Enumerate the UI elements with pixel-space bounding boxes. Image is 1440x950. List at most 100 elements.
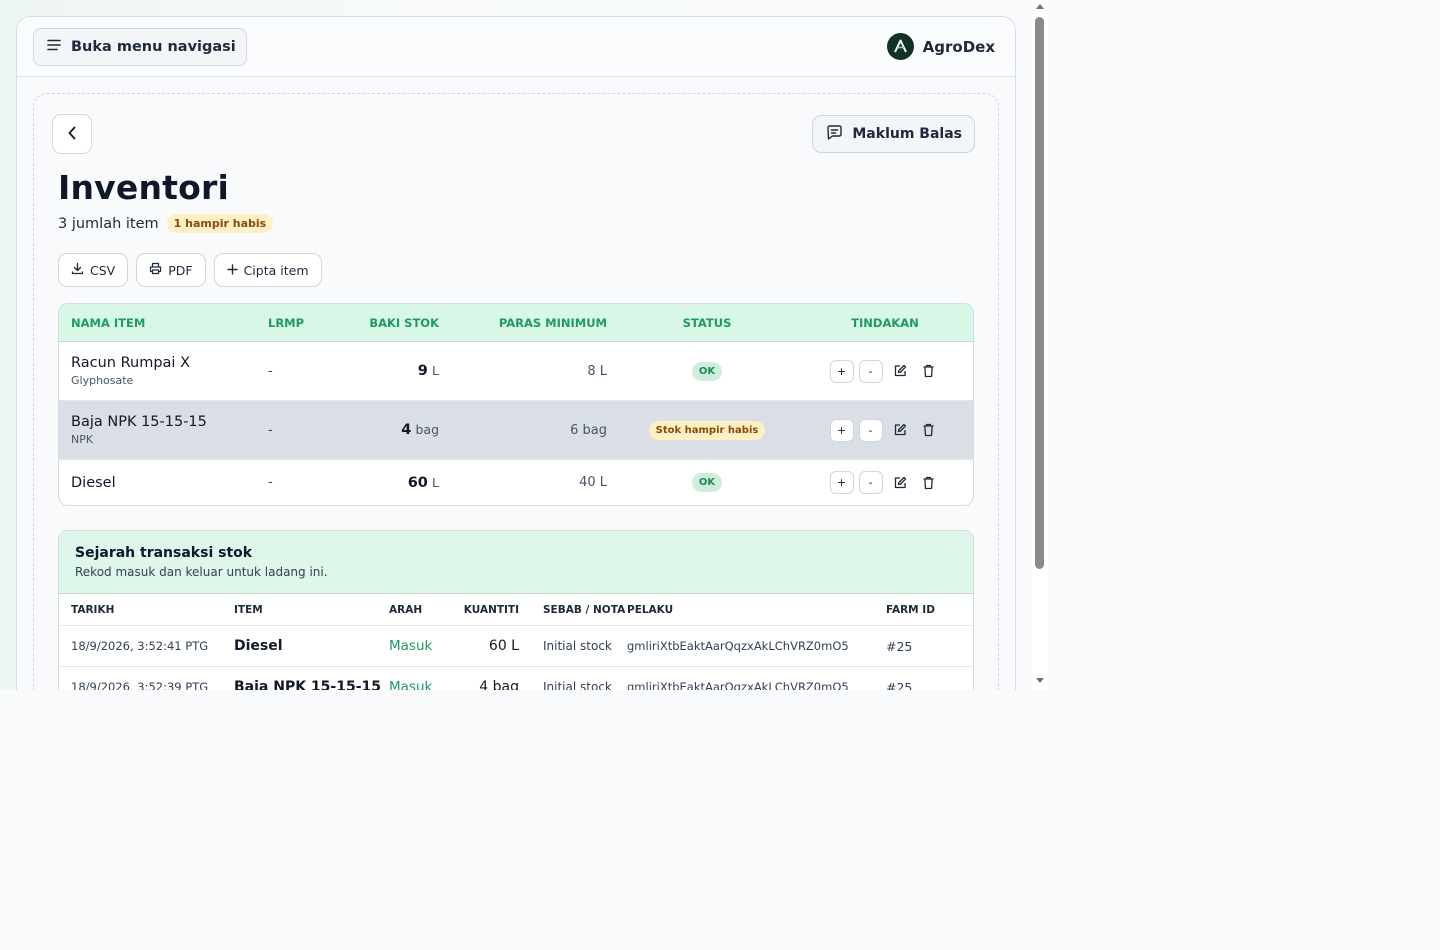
item-cell: Baja NPK 15-15-15 NPK bbox=[59, 414, 256, 446]
top-bar: Buka menu navigasi AgroDex bbox=[17, 17, 1015, 77]
history-item: Diesel bbox=[234, 638, 283, 654]
history-quantity: 60 L bbox=[488, 638, 519, 654]
min-level: 6 bag bbox=[570, 422, 607, 438]
col-stock-balance[interactable]: BAKI STOK bbox=[336, 316, 439, 330]
history-farm-id: #25 bbox=[886, 638, 913, 654]
col-actions: TINDAKAN bbox=[851, 315, 919, 330]
plus-icon bbox=[226, 263, 238, 278]
col-lrmp[interactable]: LRMP bbox=[256, 316, 336, 330]
status-cell: OK bbox=[607, 473, 807, 492]
brand[interactable]: AgroDex bbox=[886, 33, 995, 60]
history-item: Baja NPK 15-15-15 bbox=[234, 679, 382, 690]
history-date: 18/9/2026, 3:52:41 PTG bbox=[71, 639, 209, 653]
app-frame: Buka menu navigasi AgroDex Maklum Balas bbox=[16, 16, 1016, 690]
item-cell: Racun Rumpai X Glyphosate bbox=[59, 355, 256, 387]
printer-icon bbox=[149, 262, 162, 278]
col-quantity: KUANTITI bbox=[463, 603, 519, 616]
message-icon bbox=[826, 124, 843, 145]
col-item-name[interactable]: NAMA ITEM bbox=[59, 316, 256, 330]
brand-name: AgroDex bbox=[922, 37, 995, 56]
item-name: Diesel bbox=[71, 474, 116, 491]
feedback-button[interactable]: Maklum Balas bbox=[812, 115, 975, 153]
page-scrollbar[interactable] bbox=[1032, 0, 1048, 690]
item-name: Racun Rumpai X bbox=[71, 355, 191, 371]
decrease-stock-button[interactable]: - bbox=[858, 418, 883, 442]
stock-history-title: Sejarah transaksi stok bbox=[75, 545, 253, 561]
export-csv-button[interactable]: CSV bbox=[58, 253, 129, 287]
feedback-label: Maklum Balas bbox=[852, 126, 962, 142]
edit-icon[interactable] bbox=[888, 471, 912, 495]
status-cell: Stok hampir habis bbox=[607, 420, 807, 440]
stock-balance: 60 L bbox=[336, 475, 439, 491]
stock-unit: L bbox=[432, 474, 439, 490]
stock-qty: 9 bbox=[417, 363, 428, 379]
item-subtitle: NPK bbox=[71, 433, 94, 446]
trash-icon[interactable] bbox=[917, 471, 941, 495]
col-direction: ARAH bbox=[389, 603, 423, 616]
download-icon bbox=[71, 262, 84, 278]
history-farm-id: #25 bbox=[886, 679, 913, 691]
export-pdf-label: PDF bbox=[168, 262, 193, 278]
edit-icon[interactable] bbox=[888, 418, 912, 442]
history-actor: gmliriXtbEaktAarQqzxAkLChVRZ0mO5 bbox=[627, 680, 849, 690]
low-stock-badge: 1 hampir habis bbox=[166, 214, 274, 233]
export-pdf-button[interactable]: PDF bbox=[136, 253, 206, 287]
status-badge: OK bbox=[691, 473, 723, 492]
item-name: Baja NPK 15-15-15 bbox=[71, 414, 207, 430]
status-badge: OK bbox=[691, 361, 723, 381]
inventory-page: Maklum Balas Inventori 3 jumlah item 1 h… bbox=[33, 93, 999, 690]
increase-stock-button[interactable]: + bbox=[829, 471, 854, 494]
status-badge: Stok hampir habis bbox=[648, 420, 766, 440]
status-cell: OK bbox=[607, 361, 807, 381]
lrmp-value: - bbox=[268, 422, 273, 438]
trash-icon[interactable] bbox=[917, 359, 941, 383]
stock-history-subtitle: Rekod masuk dan keluar untuk ladang ini. bbox=[75, 565, 328, 579]
inventory-table: NAMA ITEM LRMP BAKI STOK PARAS MINIMUM S… bbox=[58, 303, 974, 506]
history-row: 18/9/2026, 3:52:39 PTG Baja NPK 15-15-15… bbox=[59, 667, 973, 690]
stock-balance: 9 L bbox=[336, 363, 439, 379]
edit-icon[interactable] bbox=[888, 359, 912, 383]
history-direction: Masuk bbox=[389, 679, 433, 690]
actions-cell: + - bbox=[807, 471, 963, 495]
actions-cell: + - bbox=[807, 359, 963, 383]
stock-unit: bag bbox=[415, 422, 439, 437]
inventory-table-header: NAMA ITEM LRMP BAKI STOK PARAS MINIMUM S… bbox=[59, 304, 973, 342]
export-csv-label: CSV bbox=[90, 262, 116, 278]
col-min-level[interactable]: PARAS MINIMUM bbox=[439, 316, 607, 330]
col-date: TARIKH bbox=[71, 603, 115, 616]
stock-qty: 4 bbox=[401, 422, 412, 438]
item-subtitle: Glyphosate bbox=[71, 374, 134, 387]
scroll-up-arrow-icon[interactable] bbox=[1036, 4, 1044, 9]
browser-viewport: Buka menu navigasi AgroDex Maklum Balas bbox=[0, 0, 1048, 690]
table-row: Baja NPK 15-15-15 NPK - 4 bag 6 bag Stok… bbox=[59, 401, 973, 460]
stock-qty: 60 bbox=[407, 474, 428, 491]
col-farm-id: FARM ID bbox=[886, 603, 935, 616]
scrollbar-thumb[interactable] bbox=[1035, 17, 1044, 569]
decrease-stock-button[interactable]: - bbox=[858, 471, 883, 494]
history-date: 18/9/2026, 3:52:39 PTG bbox=[71, 680, 209, 690]
history-row: 18/9/2026, 3:52:41 PTG Diesel Masuk 60 L… bbox=[59, 626, 973, 667]
item-count: 3 jumlah item bbox=[58, 215, 159, 232]
increase-stock-button[interactable]: + bbox=[829, 359, 854, 383]
item-cell: Diesel bbox=[59, 475, 256, 491]
actions-cell: + - bbox=[807, 418, 963, 442]
menu-icon bbox=[47, 39, 61, 55]
history-quantity: 4 bag bbox=[479, 679, 519, 690]
back-button[interactable] bbox=[52, 114, 92, 154]
history-actor: gmliriXtbEaktAarQqzxAkLChVRZ0mO5 bbox=[627, 639, 849, 653]
decrease-stock-button[interactable]: - bbox=[858, 359, 883, 383]
open-navigation-button[interactable]: Buka menu navigasi bbox=[33, 27, 247, 66]
create-item-button[interactable]: Cipta item bbox=[213, 253, 322, 287]
scroll-down-arrow-icon[interactable] bbox=[1036, 678, 1044, 683]
brand-logo-icon bbox=[886, 33, 914, 60]
trash-icon[interactable] bbox=[917, 418, 941, 442]
create-item-label: Cipta item bbox=[243, 262, 309, 278]
export-actions: CSV PDF Cipta item bbox=[58, 253, 322, 287]
history-direction: Masuk bbox=[389, 638, 433, 654]
col-item: ITEM bbox=[234, 603, 263, 616]
min-level: 40 L bbox=[579, 475, 607, 490]
history-table-header: TARIKH ITEM ARAH KUANTITI SEBAB / NOTA P… bbox=[59, 594, 973, 626]
increase-stock-button[interactable]: + bbox=[829, 418, 854, 442]
page-title: Inventori bbox=[58, 168, 229, 207]
stock-unit: L bbox=[432, 363, 439, 378]
